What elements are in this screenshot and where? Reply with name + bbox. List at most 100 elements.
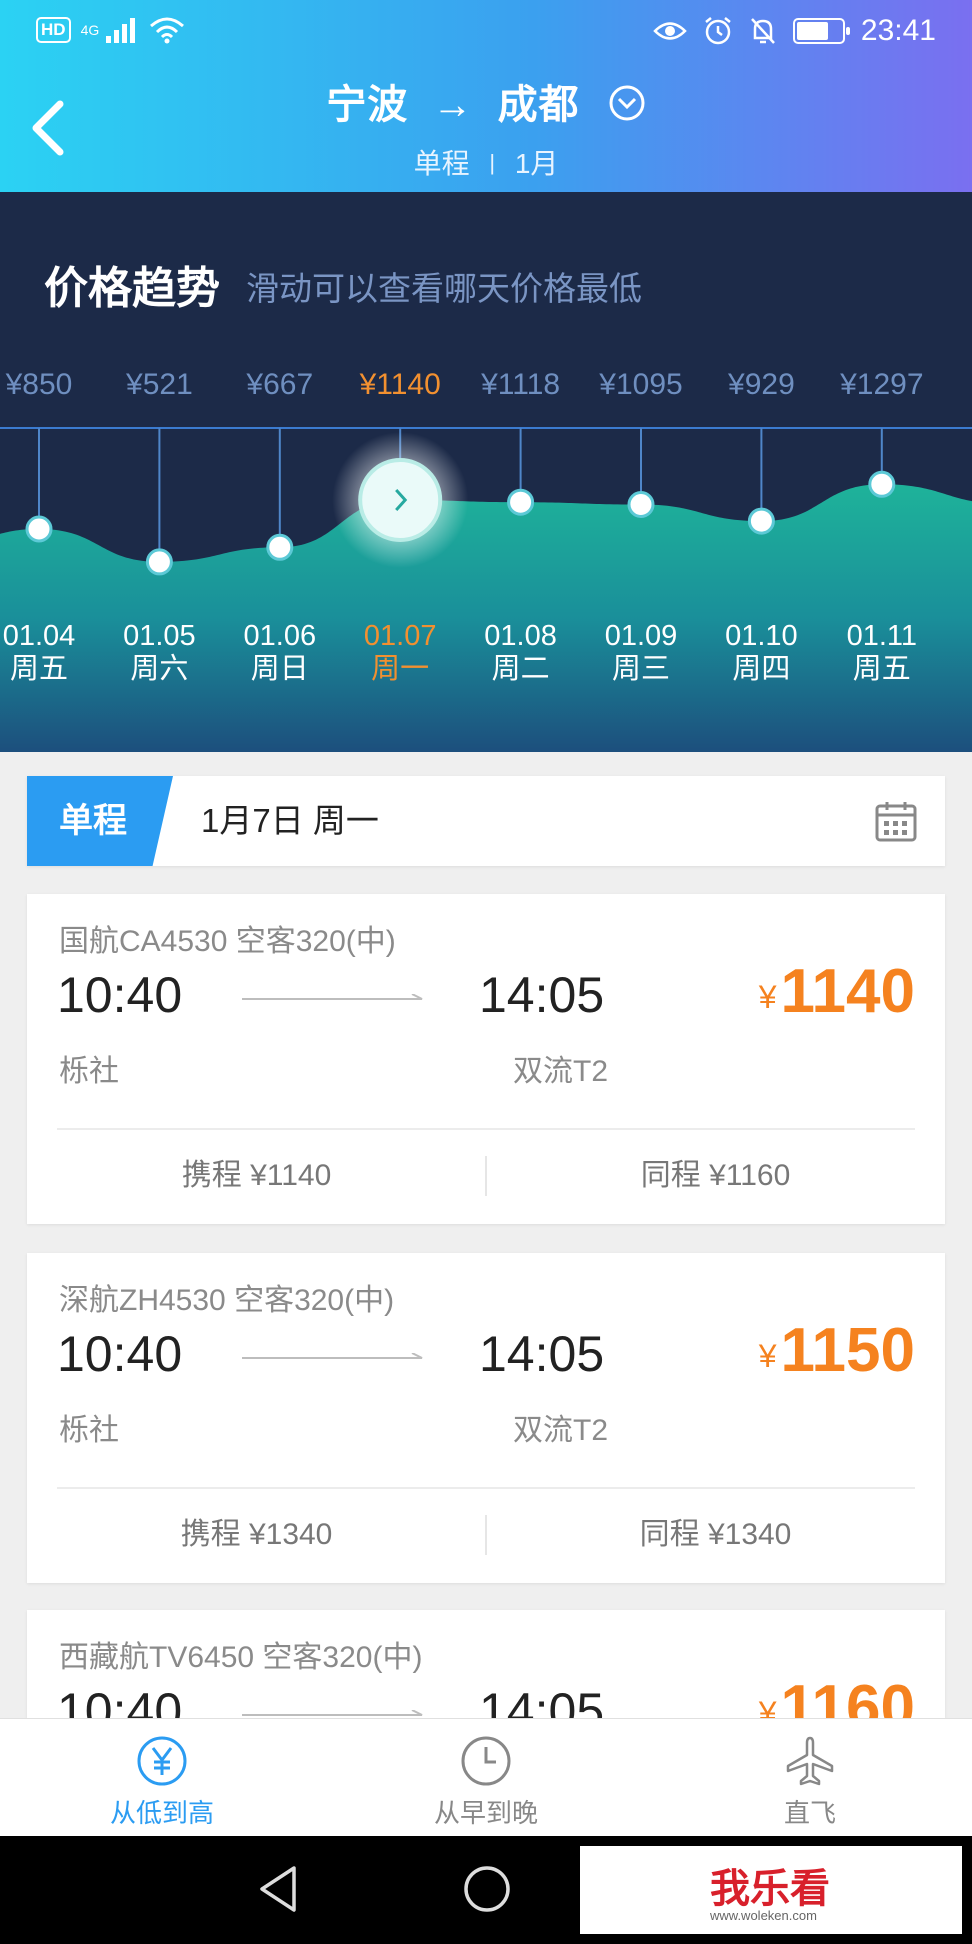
trend-price-label[interactable]: ¥1140 — [340, 368, 460, 402]
flight-price: ¥1140 — [759, 956, 915, 1027]
destination-city: 成都 — [497, 83, 580, 127]
trend-date: 01.06 — [243, 620, 317, 652]
agent-price-ctrip[interactable]: 携程 ¥1140 — [27, 1128, 486, 1224]
trend-date-label[interactable]: 01.06 周日 — [220, 620, 340, 686]
subtitle-separator: | — [489, 150, 496, 175]
trend-date-label[interactable]: 01.10 周四 — [701, 620, 821, 686]
route-subtitle: 单程 | 1月 — [0, 142, 972, 182]
selected-date: 1月7日 周一 — [201, 802, 379, 839]
trend-weekday: 周三 — [611, 653, 670, 685]
tab-label: 直飞 — [783, 1798, 836, 1828]
trend-date-label[interactable]: 01.11 周五 — [822, 620, 942, 686]
battery-icon — [792, 18, 850, 44]
trend-date: 01.09 — [604, 620, 678, 652]
tab-label: 从早到晚 — [433, 1798, 538, 1828]
month: 1月 — [514, 148, 559, 179]
departure-time: 10:40 — [57, 967, 183, 1023]
agent-price-tongcheng[interactable]: 同程 ¥1340 — [486, 1487, 945, 1583]
tab-price-low-to-high[interactable]: 从低到高 — [0, 1719, 324, 1837]
airline-info: 深航ZH4530 空客320(中) — [59, 1284, 395, 1317]
trend-weekday: 周五 — [9, 653, 68, 685]
trend-price-label[interactable]: ¥1095 — [581, 368, 701, 402]
flight-price: ¥1150 — [759, 1315, 915, 1386]
trend-point — [627, 491, 655, 518]
trend-date: 01.07 — [363, 620, 437, 652]
watermark-text: 我乐看 — [710, 1866, 830, 1912]
airline-info: 国航CA4530 空客320(中) — [59, 925, 396, 958]
trend-date-label[interactable]: 01.05 周六 — [99, 620, 219, 686]
trend-date-label[interactable]: 01.07 周一 — [340, 620, 460, 686]
tab-time-early-to-late[interactable]: 从早到晚 — [324, 1719, 648, 1837]
price-value: 1150 — [780, 1316, 915, 1385]
route-title[interactable]: 宁波 → 成都 — [0, 72, 972, 130]
calendar-icon[interactable] — [875, 800, 917, 842]
trend-price-label[interactable]: ¥1297 — [822, 368, 942, 402]
trend-date-label[interactable]: 01.08 周二 — [461, 620, 581, 686]
trip-type: 单程 — [413, 148, 470, 179]
price-value: 1160 — [780, 1673, 915, 1718]
trend-price-label[interactable]: ¥929 — [701, 368, 821, 402]
hd-badge: HD — [36, 17, 71, 43]
trend-price-label[interactable]: ¥521 — [99, 368, 219, 402]
price-trend-panel[interactable]: 价格趋势 滑动可以查看哪天价格最低 ¥850 01.04 周五 ¥521 01.05 周六… — [0, 192, 972, 752]
arrival-time: 14:05 — [479, 967, 605, 1023]
trend-point — [25, 515, 53, 543]
signal-icon — [106, 18, 136, 43]
trend-date: 01.08 — [484, 620, 557, 652]
plane-icon — [786, 1736, 834, 1786]
eye-comfort-icon — [653, 22, 687, 40]
trend-date-label[interactable]: 01.04 周五 — [0, 620, 99, 686]
clock-icon — [461, 1736, 511, 1786]
trend-wave — [0, 484, 972, 752]
trend-date-label[interactable]: 01.09 周三 — [581, 620, 701, 686]
trend-weekday: 周一 — [371, 653, 430, 685]
trend-point — [266, 533, 294, 561]
flight-arrow-icon — [242, 1710, 423, 1716]
currency-symbol: ¥ — [758, 979, 777, 1015]
flight-card[interactable]: 国航CA4530 空客320(中) 10:40 14:05 栎社 双流T2 ¥1… — [27, 894, 945, 1224]
flight-card[interactable]: 西藏航TV6450 空客320(中) 10:40 14:05 ¥1160 — [27, 1610, 945, 1718]
back-triangle-icon[interactable] — [256, 1864, 300, 1914]
trend-weekday: 周六 — [130, 653, 189, 685]
trip-type-tab[interactable]: 单程 — [27, 776, 173, 866]
trend-date: 01.11 — [846, 620, 917, 652]
flight-arrow-icon — [242, 1353, 423, 1359]
trend-point — [145, 548, 173, 576]
agent-price-tongcheng[interactable]: 同程 ¥1160 — [486, 1128, 945, 1224]
trend-point — [507, 488, 535, 516]
trend-weekday: 周四 — [732, 653, 791, 685]
price-value: 1140 — [780, 957, 915, 1026]
arrival-airport: 双流T2 — [513, 1055, 609, 1088]
alarm-icon — [705, 17, 731, 45]
trend-price-label[interactable]: ¥667 — [220, 368, 340, 402]
flight-price: ¥1160 — [759, 1672, 915, 1718]
trend-point — [868, 470, 896, 498]
arrival-time: 14:05 — [479, 1326, 605, 1382]
airline-info: 西藏航TV6450 空客320(中) — [59, 1641, 423, 1674]
arrival-time: 14:05 — [479, 1683, 605, 1718]
trend-weekday: 周五 — [852, 653, 911, 685]
chevron-down-circle-icon[interactable] — [608, 84, 646, 122]
flight-card[interactable]: 深航ZH4530 空客320(中) 10:40 14:05 栎社 双流T2 ¥1… — [27, 1253, 945, 1583]
route-arrow: → — [432, 83, 474, 127]
tab-label: 从低到高 — [109, 1798, 214, 1828]
watermark-url: www.woleken.com — [710, 1908, 817, 1923]
home-circle-icon[interactable] — [462, 1864, 512, 1914]
header: HD 4G 23:41 宁波 → 成都 单程 | 1月 — [0, 0, 972, 192]
departure-time: 10:40 — [57, 1326, 183, 1382]
mute-icon — [751, 18, 775, 44]
trend-price-label[interactable]: ¥1118 — [461, 368, 581, 402]
trend-weekday: 周日 — [250, 653, 309, 685]
departure-airport: 栎社 — [59, 1055, 119, 1088]
watermark-logo: 我乐看 www.woleken.com — [580, 1846, 962, 1934]
sort-tab-bar: 从低到高 从早到晚 直飞 — [0, 1718, 972, 1836]
origin-city: 宁波 — [326, 83, 409, 127]
trend-date: 01.05 — [123, 620, 196, 652]
tab-direct-flights[interactable]: 直飞 — [648, 1719, 972, 1837]
trend-price-label[interactable]: ¥850 — [0, 368, 99, 402]
yuan-icon — [137, 1736, 187, 1786]
departure-airport: 栎社 — [59, 1414, 119, 1447]
agent-price-ctrip[interactable]: 携程 ¥1340 — [27, 1487, 486, 1583]
trend-weekday: 周二 — [491, 653, 550, 685]
clock-time: 23:41 — [860, 14, 936, 47]
